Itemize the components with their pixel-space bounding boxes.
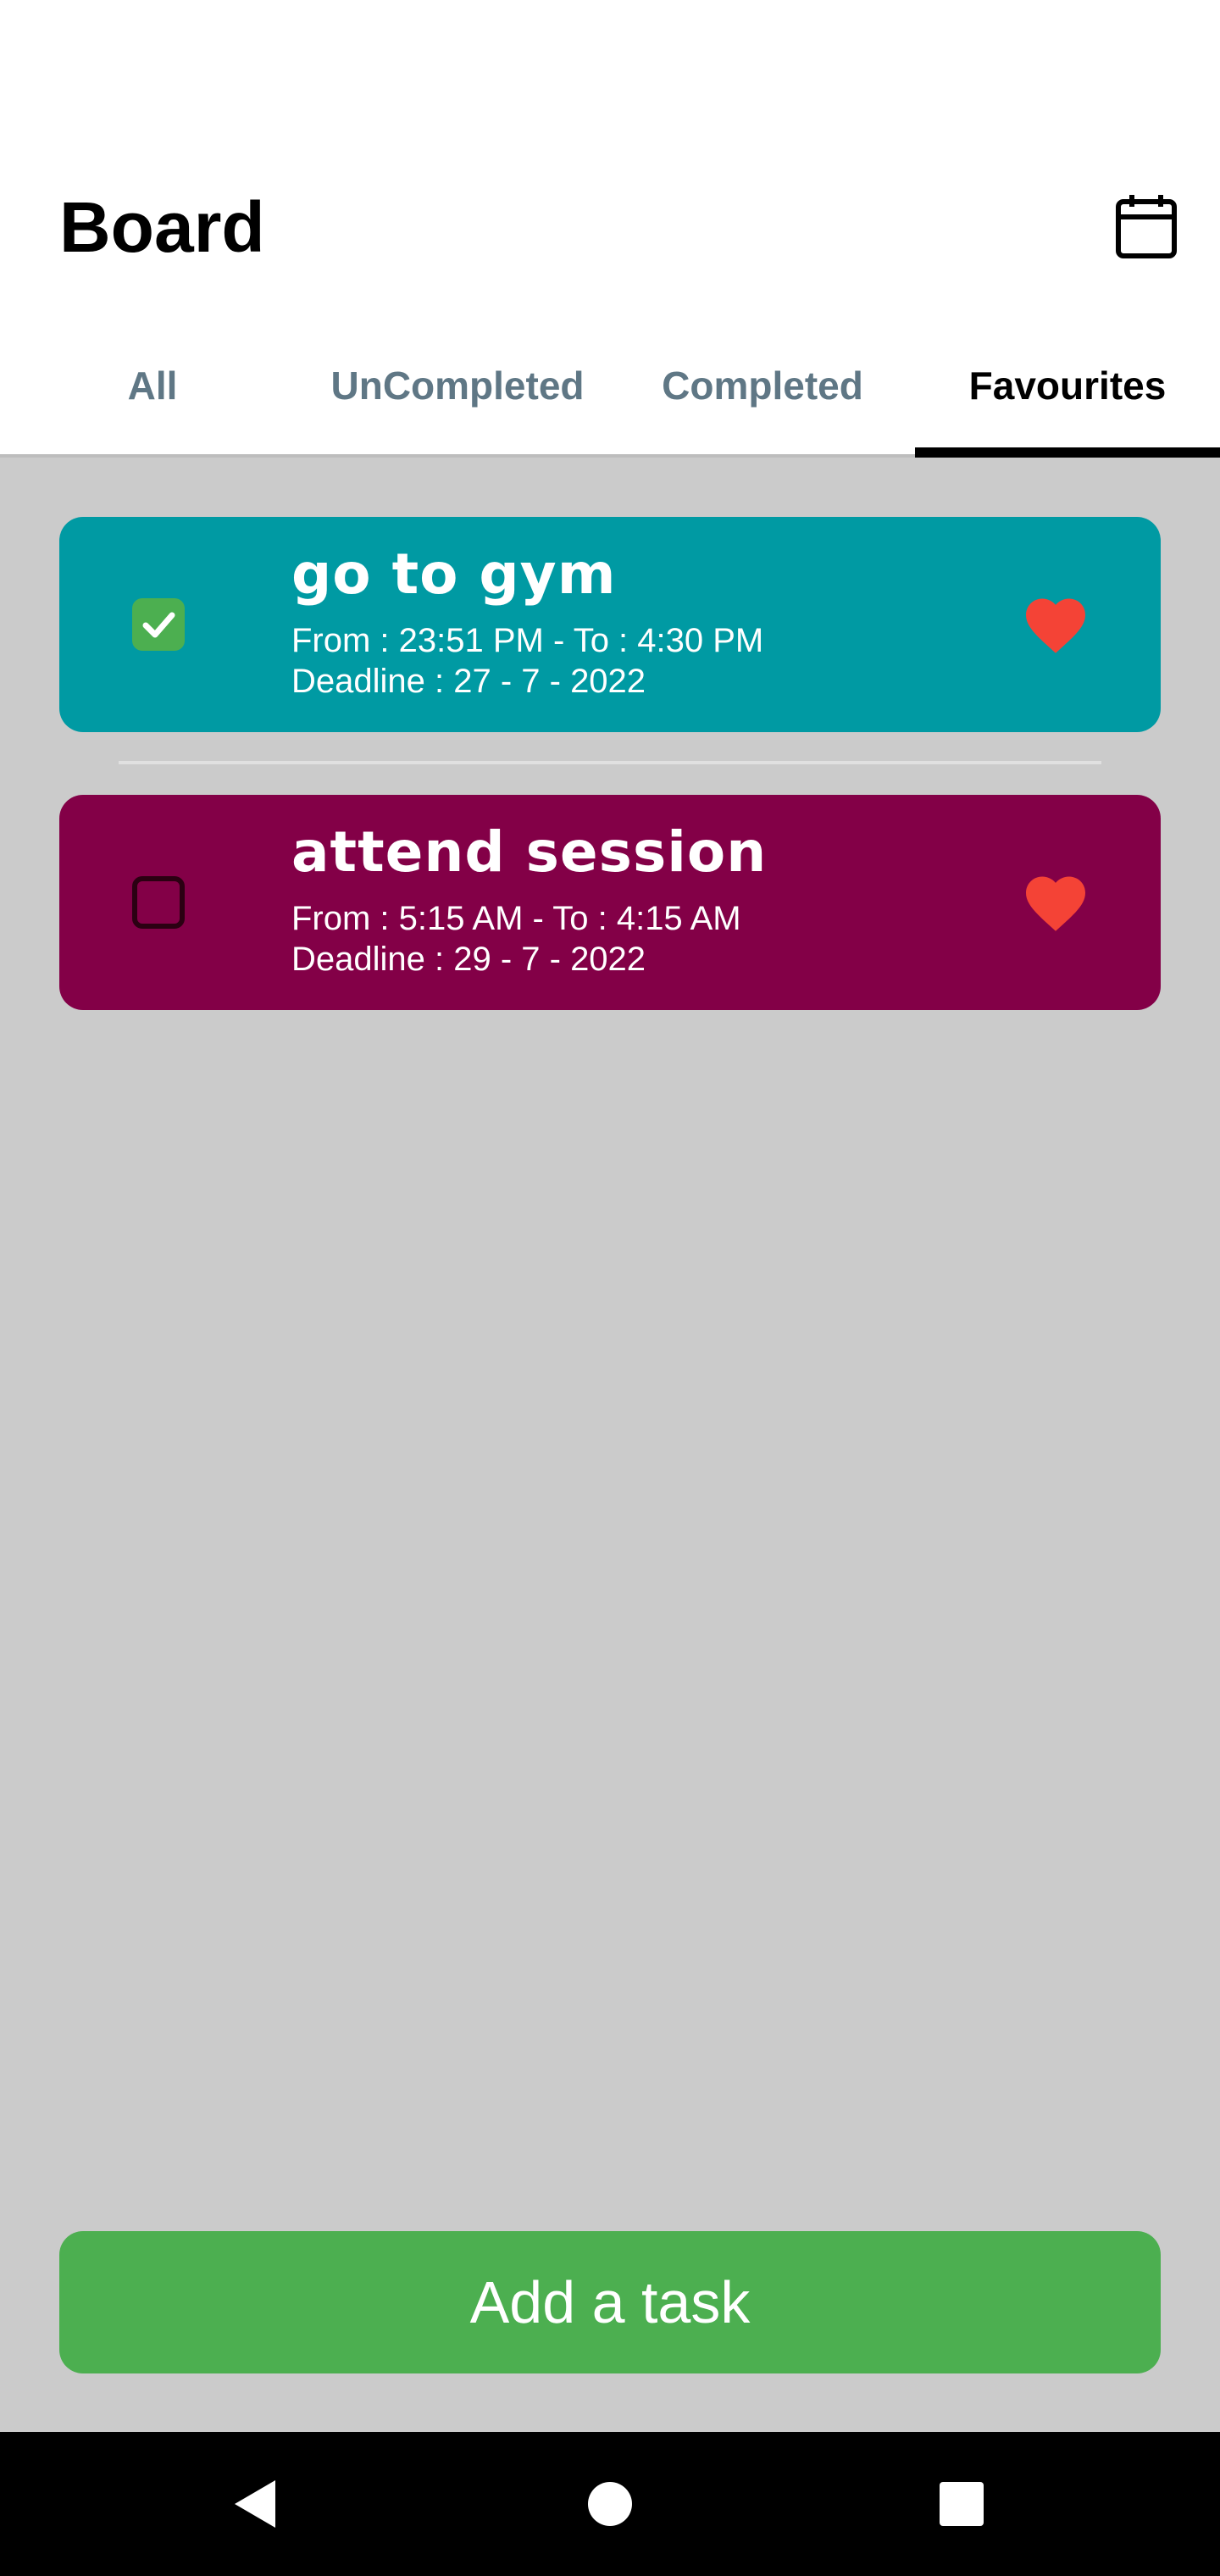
tab-uncompleted[interactable]: UnCompleted <box>305 314 610 458</box>
check-icon <box>142 612 175 638</box>
tab-all[interactable]: All <box>0 314 305 458</box>
task-time: From : 23:51 PM - To : 4:30 PM <box>291 622 764 659</box>
system-nav-bar <box>0 2432 1220 2576</box>
task-card[interactable]: go to gym From : 23:51 PM - To : 4:30 PM… <box>59 517 1161 732</box>
home-circle-icon <box>588 2482 632 2526</box>
active-tab-indicator <box>915 447 1220 458</box>
calendar-icon <box>1116 195 1177 258</box>
task-card[interactable]: attend session From : 5:15 AM - To : 4:1… <box>59 795 1161 1010</box>
task-list: go to gym From : 23:51 PM - To : 4:30 PM… <box>0 458 1220 2432</box>
home-button[interactable] <box>580 2474 640 2534</box>
task-deadline: Deadline : 29 - 7 - 2022 <box>291 941 646 978</box>
task-checkbox[interactable] <box>132 876 185 929</box>
tab-favourites[interactable]: Favourites <box>915 314 1220 458</box>
task-title: go to gym <box>291 541 617 607</box>
app-header: Board <box>0 0 1220 314</box>
add-task-button[interactable]: Add a task <box>59 2231 1161 2373</box>
calendar-button[interactable] <box>1110 188 1183 264</box>
task-title: attend session <box>291 819 768 885</box>
back-triangle-icon <box>235 2480 275 2528</box>
recents-button[interactable] <box>932 2474 991 2534</box>
tab-bar: All UnCompleted Completed Favourites <box>0 314 1220 458</box>
heart-icon[interactable] <box>1020 868 1091 939</box>
page-title: Board <box>59 187 265 267</box>
heart-icon[interactable] <box>1020 590 1091 661</box>
task-time: From : 5:15 AM - To : 4:15 AM <box>291 900 741 937</box>
list-divider <box>119 761 1101 764</box>
recents-square-icon <box>940 2482 984 2526</box>
back-button[interactable] <box>225 2474 285 2534</box>
task-deadline: Deadline : 27 - 7 - 2022 <box>291 663 646 700</box>
task-checkbox[interactable] <box>132 598 185 651</box>
tab-completed[interactable]: Completed <box>610 314 915 458</box>
